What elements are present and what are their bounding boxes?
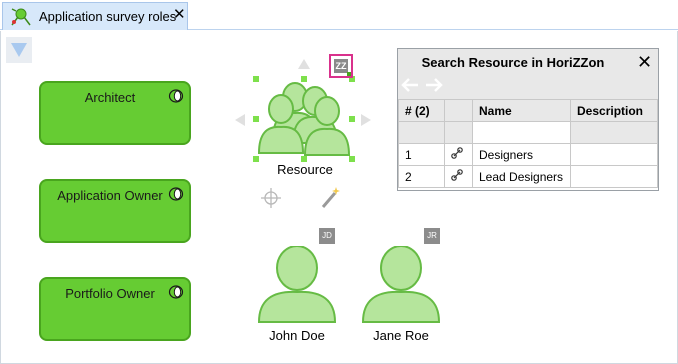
- person-initials-badge: JR: [424, 228, 440, 244]
- role-label: Application Owner: [57, 188, 163, 203]
- name-search-cell: [472, 121, 571, 144]
- resize-handle-n[interactable]: [301, 76, 307, 82]
- table-row[interactable]: 2 Lead Designers: [398, 165, 658, 188]
- link-icon: [451, 169, 463, 181]
- resize-handle-w[interactable]: [253, 116, 259, 122]
- connect-arrow-left-icon[interactable]: [235, 114, 245, 126]
- connect-arrow-right-icon[interactable]: [361, 114, 371, 126]
- diagram-canvas[interactable]: Architect Application Owner Portfolio Ow…: [0, 31, 678, 364]
- person-jane-roe[interactable]: JR Jane Roe: [361, 228, 465, 348]
- panel-title: Search Resource in HoriZZon: [421, 55, 605, 70]
- row-name: Lead Designers: [472, 165, 571, 188]
- panel-nav: [400, 77, 444, 96]
- row-description: [570, 143, 658, 166]
- person-john-doe[interactable]: JD John Doe: [255, 228, 359, 348]
- row-link: [444, 143, 473, 166]
- table-row[interactable]: 1 Designers: [398, 143, 658, 166]
- column-header-description[interactable]: Description: [570, 99, 658, 122]
- search-resource-panel: Search Resource in HoriZZon ✕ # (2) Name…: [397, 48, 659, 191]
- role-application-owner[interactable]: Application Owner: [39, 179, 191, 243]
- person-name: John Doe: [269, 328, 325, 343]
- filter-funnel-icon: [11, 43, 27, 57]
- row-link: [444, 165, 473, 188]
- editor-tab-bar: Application survey roles ✕: [0, 0, 678, 30]
- search-filter-row: [398, 121, 658, 144]
- column-header-type[interactable]: [444, 99, 473, 122]
- panel-header: Search Resource in HoriZZon ✕: [398, 49, 658, 99]
- person-icon: [361, 246, 441, 323]
- resize-handle-nw[interactable]: [253, 76, 259, 82]
- column-header-count[interactable]: # (2): [398, 99, 445, 122]
- resize-handle-e[interactable]: [349, 116, 355, 122]
- tab-close-icon[interactable]: ✕: [173, 7, 186, 22]
- forward-arrow-icon[interactable]: [424, 77, 444, 93]
- tab-application-survey-roles[interactable]: Application survey roles ✕: [2, 2, 188, 30]
- role-label: Portfolio Owner: [65, 286, 155, 301]
- name-search-input[interactable]: [473, 122, 570, 143]
- row-index: 1: [398, 143, 445, 166]
- filter-button[interactable]: [6, 37, 32, 63]
- resource-group-icon[interactable]: [255, 79, 355, 163]
- badge-handle: [347, 72, 351, 76]
- filter-cell: [444, 121, 473, 144]
- link-icon: [451, 147, 463, 159]
- role-shape-icon: [168, 187, 184, 201]
- connect-arrow-up-icon[interactable]: [298, 59, 310, 69]
- role-architect[interactable]: Architect: [39, 81, 191, 145]
- resource-results-table: # (2) Name Description 1 Designers 2 Lea…: [398, 99, 658, 188]
- role-shape-icon: [168, 89, 184, 103]
- magic-wand-icon[interactable]: [319, 185, 341, 209]
- panel-close-icon[interactable]: ✕: [637, 53, 652, 71]
- person-icon: [257, 246, 337, 323]
- row-description: [570, 165, 658, 188]
- crosshair-target-icon[interactable]: [260, 187, 282, 209]
- column-header-name[interactable]: Name: [472, 99, 571, 122]
- tab-title: Application survey roles: [39, 9, 177, 24]
- person-name: Jane Roe: [373, 328, 429, 343]
- role-label: Architect: [84, 90, 136, 105]
- resize-handle-s[interactable]: [301, 156, 307, 162]
- resize-handle-se[interactable]: [349, 156, 355, 162]
- resource-label: Resource: [277, 162, 333, 177]
- resize-handle-sw[interactable]: [253, 156, 259, 162]
- back-arrow-icon[interactable]: [400, 77, 420, 93]
- filter-cell: [570, 121, 658, 144]
- role-shape-icon: [168, 285, 184, 299]
- row-name: Designers: [472, 143, 571, 166]
- filter-cell: [398, 121, 445, 144]
- row-index: 2: [398, 165, 445, 188]
- person-initials-badge: JD: [319, 228, 335, 244]
- horizzon-badge[interactable]: ZZ: [329, 54, 353, 78]
- role-portfolio-owner[interactable]: Portfolio Owner: [39, 277, 191, 341]
- horizzon-badge-icon: ZZ: [334, 59, 348, 73]
- role-diagram-icon: [11, 8, 31, 26]
